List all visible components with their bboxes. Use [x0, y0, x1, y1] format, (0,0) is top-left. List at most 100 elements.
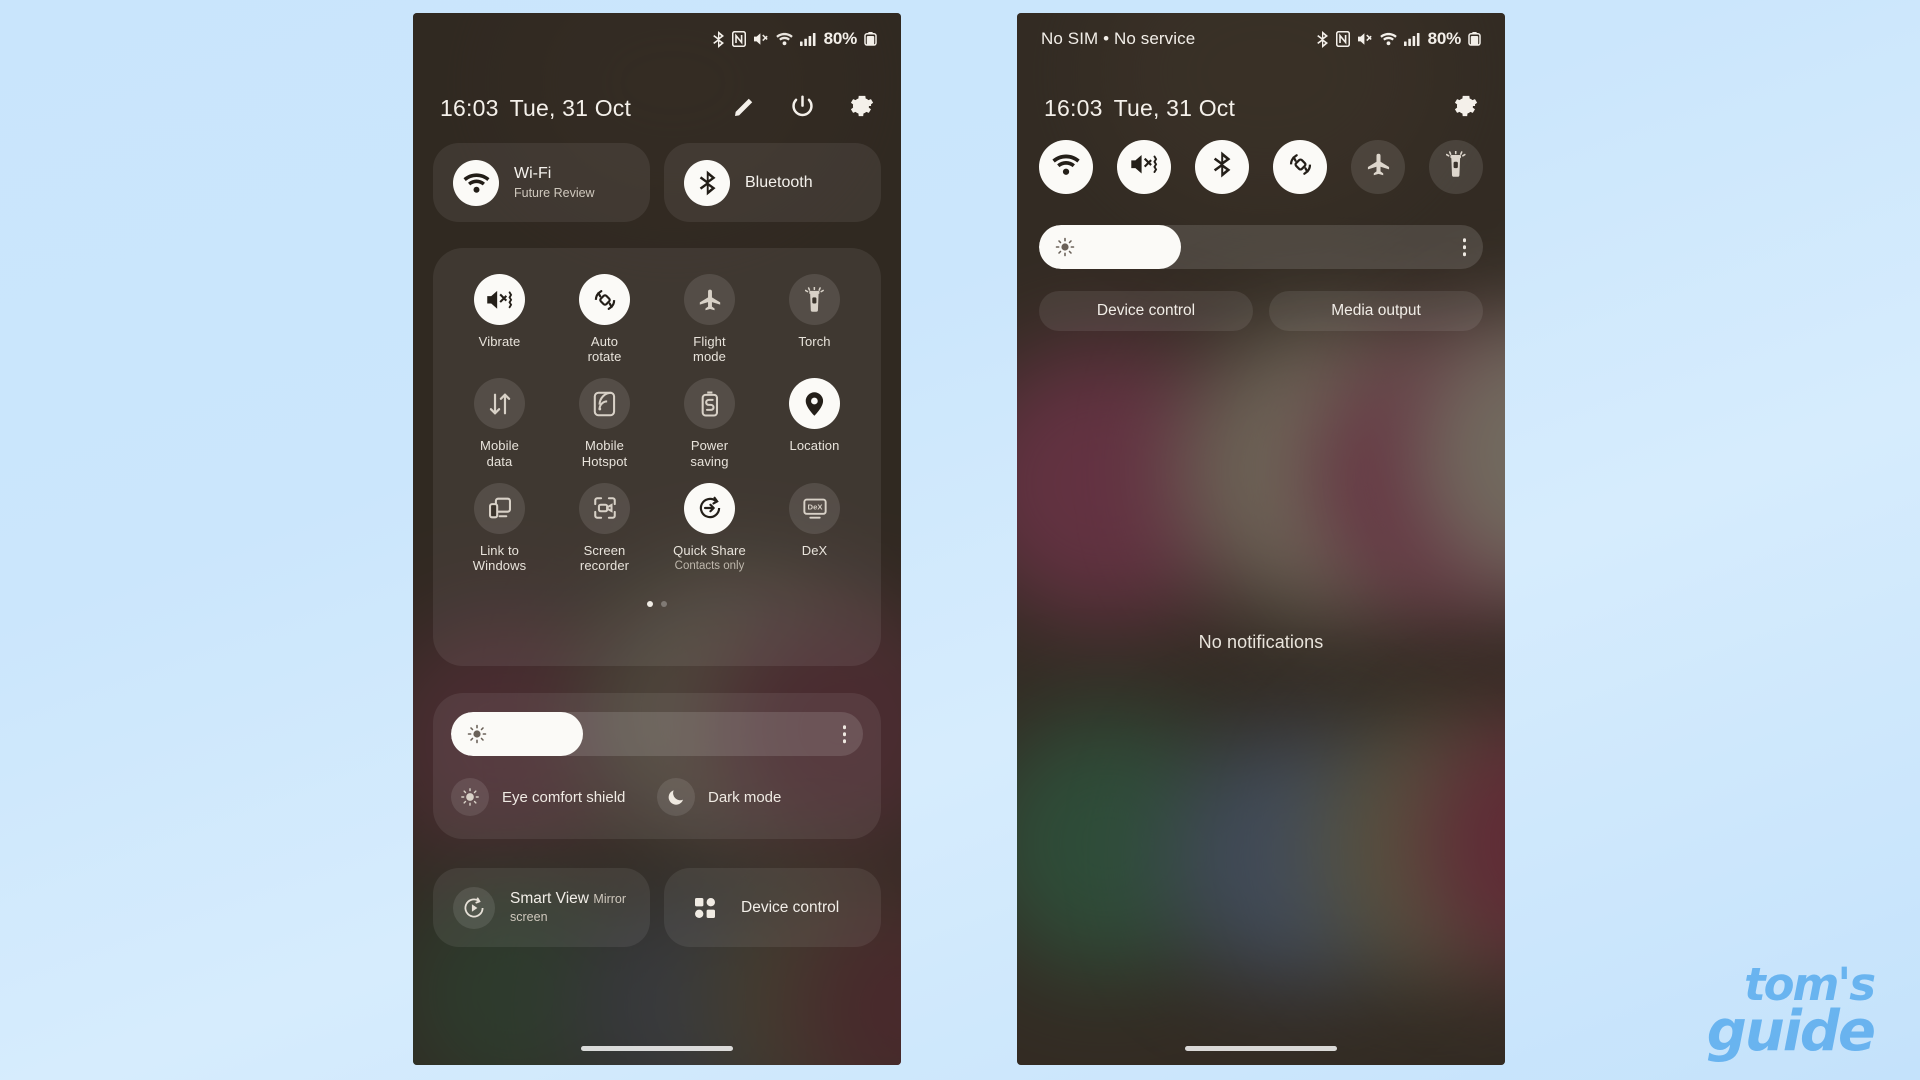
power-icon[interactable]: [790, 94, 815, 124]
bottom-tiles-row: Smart View Mirror screen Device control: [433, 868, 881, 947]
qs-header-left: 16:03 Tue, 31 Oct: [413, 93, 901, 124]
status-icons-right: 80%: [1316, 29, 1481, 49]
gear-icon[interactable]: [848, 93, 874, 124]
page-dot[interactable]: [647, 601, 653, 608]
home-indicator-left[interactable]: [581, 1046, 733, 1051]
clock-date: Tue, 31 Oct: [509, 95, 632, 121]
grid-squares-icon: [684, 887, 726, 929]
quick-settings-grid-card: Vibrate Auto rotate Flight mode Torch Mobile da…: [433, 248, 881, 666]
auto-rotate-toggle[interactable]: [1273, 140, 1327, 194]
mute-vibrate-icon: [474, 274, 525, 325]
screen-recorder-tile-label: Screen recorder: [579, 542, 630, 574]
wifi-icon: [1379, 32, 1397, 46]
brightness-icon: [1055, 237, 1075, 257]
gear-icon[interactable]: [1452, 93, 1478, 124]
svg-text:DeX: DeX: [807, 503, 823, 512]
bluetooth-icon: [1212, 151, 1232, 183]
eye-comfort-icon: [451, 778, 489, 816]
page-indicator: [447, 601, 867, 608]
bluetooth-toggle[interactable]: [1195, 140, 1249, 194]
link-to-windows-tile[interactable]: Link to Windows: [447, 482, 552, 574]
brightness-card: Eye comfort shield Dark mode: [433, 693, 881, 839]
airplane-icon: [684, 274, 735, 325]
brightness-slider-fill-right: [1039, 225, 1182, 269]
toms-guide-watermark: tom's guide: [1707, 962, 1876, 1059]
auto-rotate-tile-label: Auto rotate: [587, 334, 622, 365]
signal-bars-icon: [1403, 33, 1420, 46]
status-bar-left: 80%: [413, 13, 901, 65]
status-icons-left: 80%: [712, 29, 877, 49]
flight-mode-tile[interactable]: Flight mode: [657, 274, 762, 364]
dex-tile-label: DeX: [801, 542, 828, 558]
flight-mode-tile-label: Flight mode: [693, 334, 726, 365]
quick-settings-grid: Vibrate Auto rotate Flight mode Torch Mobile da…: [447, 274, 867, 587]
bluetooth-tile[interactable]: Bluetooth: [664, 143, 881, 222]
hotspot-icon: [579, 378, 630, 430]
dark-mode-button[interactable]: Dark mode: [657, 778, 863, 816]
location-tile[interactable]: Location: [762, 378, 867, 468]
dex-tile[interactable]: DeX DeX: [762, 482, 867, 573]
device-control-button[interactable]: Device control: [1039, 291, 1253, 331]
home-indicator-right[interactable]: [1185, 1046, 1337, 1051]
no-notifications-label: No notifications: [1198, 632, 1324, 652]
nfc-icon: [1335, 31, 1350, 47]
device-control-tile[interactable]: Device control: [664, 868, 881, 947]
brightness-slider-fill: [451, 712, 583, 756]
smart-view-tile[interactable]: Smart View Mirror screen: [433, 868, 650, 947]
clock-left: 16:03 Tue, 31 Oct: [440, 95, 631, 122]
kebab-menu-icon[interactable]: [842, 725, 846, 743]
flashlight-icon: [1446, 150, 1466, 183]
auto-rotate-tile[interactable]: Auto rotate: [552, 274, 657, 364]
link-to-windows-tile-label: Link to Windows: [472, 542, 527, 574]
torch-tile[interactable]: Torch: [762, 274, 867, 364]
bluetooth-icon: [1316, 30, 1328, 48]
phone-right: No SIM • No service 80% 16:03 Tue, 31 Oct: [1017, 13, 1505, 1065]
header-actions-left: [732, 93, 874, 124]
kebab-menu-icon-right[interactable]: [1462, 238, 1466, 256]
smart-view-label: Smart View: [510, 889, 589, 907]
pencil-edit-icon[interactable]: [732, 94, 757, 124]
screen-recorder-icon: [579, 482, 630, 534]
battery-saver-icon: [684, 378, 735, 430]
auto-rotate-icon: [1287, 151, 1314, 183]
screen-recorder-tile[interactable]: Screen recorder: [552, 482, 657, 574]
device-control-label: Device control: [741, 898, 840, 916]
mobile-hotspot-tile[interactable]: Mobile Hotspot: [552, 378, 657, 469]
clock-time-right: 16:03: [1044, 95, 1103, 121]
wifi-tile[interactable]: Wi-Fi Future Review: [433, 143, 650, 222]
phone-left: 80% 16:03 Tue, 31 Oct Wi-Fi Future Revie…: [413, 13, 901, 1065]
auto-rotate-icon: [579, 274, 630, 325]
moon-icon: [657, 778, 695, 816]
display-modes-row: Eye comfort shield Dark mode: [451, 778, 863, 816]
mute-vibrate-icon: [1130, 152, 1158, 182]
vibrate-tile[interactable]: Vibrate: [447, 274, 552, 364]
wifi-toggle[interactable]: [1039, 140, 1093, 194]
clock-right: 16:03 Tue, 31 Oct: [1044, 95, 1235, 122]
media-output-button[interactable]: Media output: [1269, 291, 1483, 331]
clock-date-right: Tue, 31 Oct: [1113, 95, 1236, 121]
quick-share-tile-label: Quick Share: [673, 542, 746, 558]
mobile-data-tile[interactable]: Mobile data: [447, 378, 552, 469]
data-arrows-icon: [474, 378, 525, 430]
wifi-icon: [775, 32, 793, 46]
quick-share-tile-sub: Contacts only: [674, 560, 745, 573]
page-dot[interactable]: [661, 601, 667, 608]
brightness-slider-right[interactable]: [1039, 225, 1483, 269]
header-actions-right: [1452, 93, 1478, 124]
torch-toggle[interactable]: [1429, 140, 1483, 194]
quick-share-tile[interactable]: Quick Share Contacts only: [657, 482, 762, 573]
battery-icon: [1468, 32, 1481, 46]
eye-comfort-shield-label: Eye comfort shield: [502, 788, 626, 806]
vibrate-toggle[interactable]: [1117, 140, 1171, 194]
dark-mode-label: Dark mode: [708, 788, 782, 806]
brightness-slider[interactable]: [451, 712, 863, 756]
battery-icon: [864, 32, 877, 46]
panel-buttons-row: Device control Media output: [1039, 291, 1483, 331]
power-saving-tile-label: Power saving: [690, 438, 729, 469]
flashlight-icon: [789, 274, 840, 325]
status-bar-right: No SIM • No service 80%: [1017, 13, 1505, 65]
power-saving-tile[interactable]: Power saving: [657, 378, 762, 469]
flight-mode-toggle[interactable]: [1351, 140, 1405, 194]
connection-tiles-row: Wi-Fi Future Review Bluetooth: [433, 143, 881, 222]
eye-comfort-shield-button[interactable]: Eye comfort shield: [451, 778, 657, 816]
